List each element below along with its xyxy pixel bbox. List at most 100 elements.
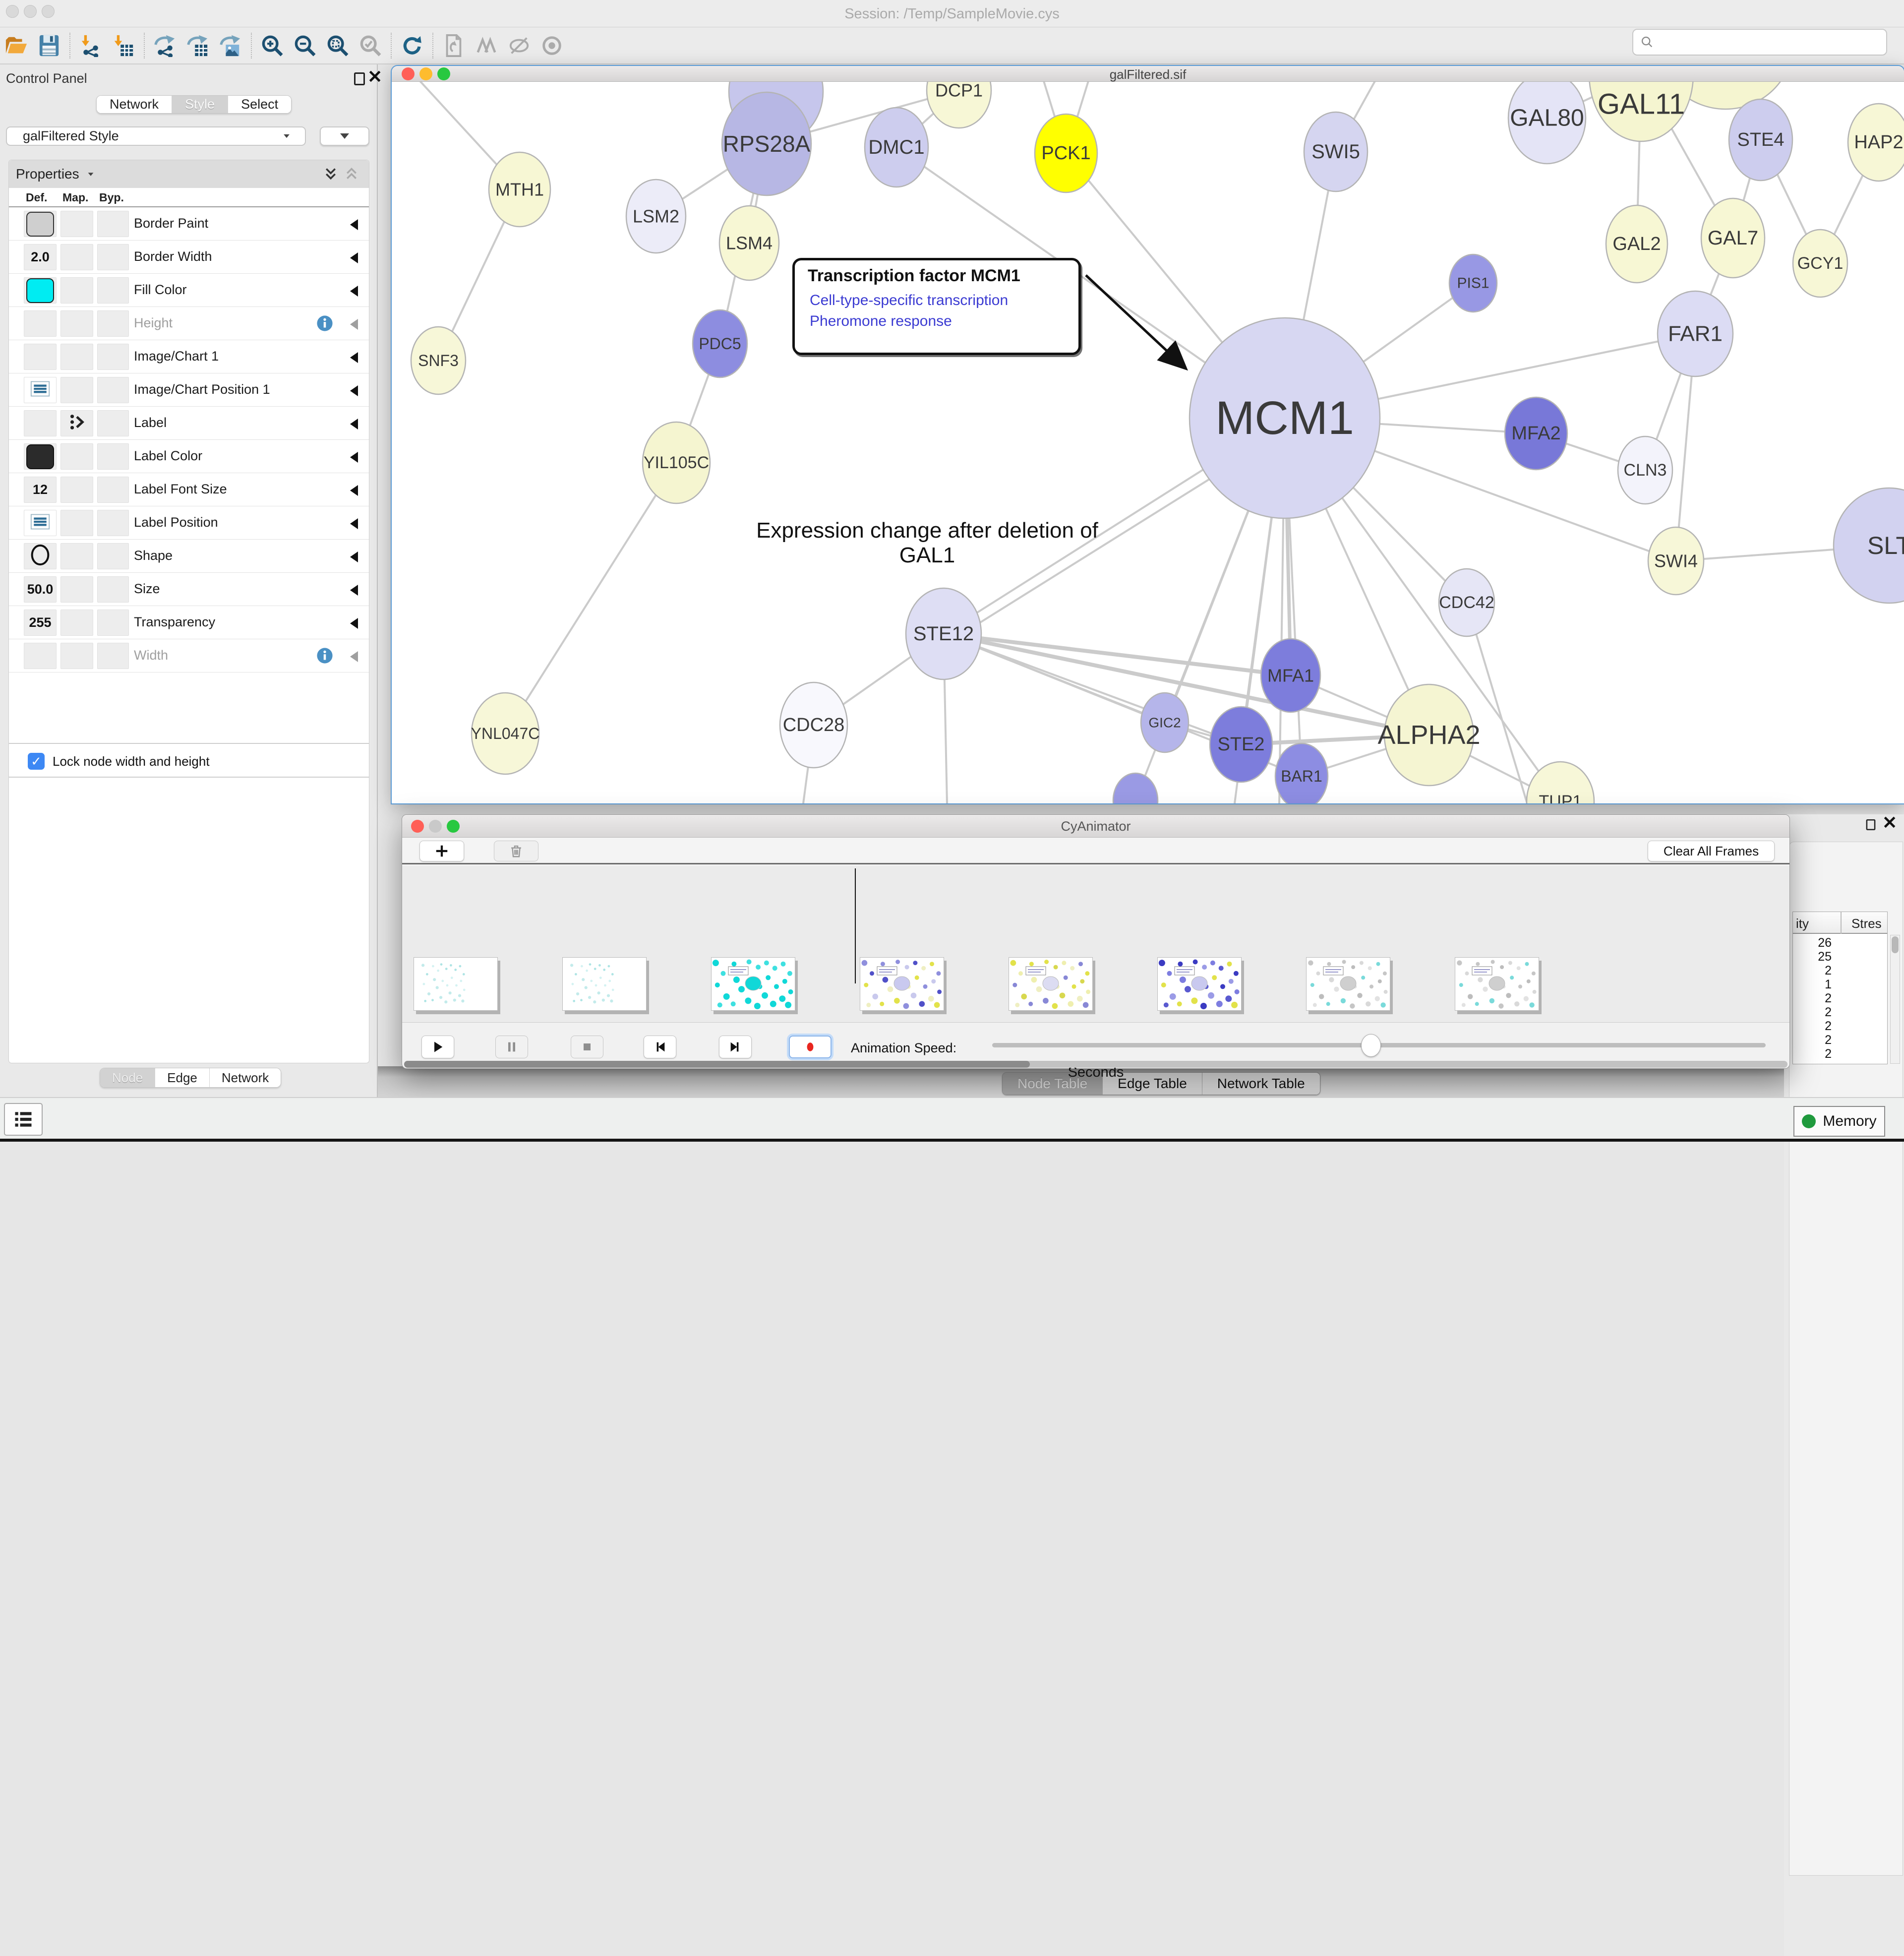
expand-all-icon[interactable] xyxy=(324,167,337,181)
skip-to-start-button[interactable] xyxy=(644,1036,676,1058)
stop-button[interactable] xyxy=(571,1036,603,1058)
network-node-cdc28[interactable]: CDC28 xyxy=(780,682,847,768)
byp-cell[interactable] xyxy=(97,244,129,270)
memory-button[interactable]: Memory xyxy=(1793,1106,1885,1137)
export-network-button[interactable] xyxy=(150,32,180,60)
network-node-gcy1[interactable]: GCY1 xyxy=(1793,230,1847,297)
network-node-mfa1[interactable]: MFA1 xyxy=(1261,639,1320,712)
map-cell[interactable] xyxy=(60,510,93,536)
def-cell[interactable] xyxy=(24,377,57,403)
expand-property-icon[interactable] xyxy=(350,385,358,396)
network-node-unlabeled-bottom[interactable] xyxy=(1113,773,1158,803)
byp-cell[interactable] xyxy=(97,576,129,603)
map-cell[interactable] xyxy=(60,244,93,270)
column-divider[interactable] xyxy=(1841,912,1842,934)
frame-thumbnail-5[interactable] xyxy=(1157,957,1242,1011)
network-node-gal7[interactable]: GAL7 xyxy=(1701,198,1765,278)
expand-property-icon[interactable] xyxy=(350,585,358,596)
network-node-cln3[interactable]: CLN3 xyxy=(1618,436,1672,504)
byp-cell[interactable] xyxy=(97,410,129,436)
annotation-link-2[interactable]: Pheromone response xyxy=(810,313,952,330)
info-icon[interactable] xyxy=(316,647,333,667)
frame-thumbnail-2[interactable] xyxy=(711,957,795,1011)
annotation-box[interactable]: Transcription factor MCM1 Cell-type-spec… xyxy=(792,258,1081,355)
expand-property-icon[interactable] xyxy=(350,419,358,429)
network-node-gal11[interactable]: GAL11 xyxy=(1589,82,1693,141)
byp-cell[interactable] xyxy=(97,610,129,636)
network-node-mfa2[interactable]: MFA2 xyxy=(1505,397,1567,470)
add-frame-button[interactable] xyxy=(419,841,464,861)
hide-selected-button[interactable] xyxy=(504,32,535,60)
network-node-pck1[interactable]: PCK1 xyxy=(1035,114,1097,192)
map-cell[interactable] xyxy=(60,344,93,370)
network-node-gal80[interactable]: GAL80 xyxy=(1508,82,1586,164)
def-cell[interactable] xyxy=(24,344,57,370)
map-cell[interactable] xyxy=(60,543,93,569)
annotation-link-1[interactable]: Cell-type-specific transcription xyxy=(810,292,1008,309)
style-property-row-label[interactable]: Label xyxy=(9,407,369,440)
frame-thumbnail-3[interactable] xyxy=(860,957,944,1011)
export-table-button[interactable] xyxy=(182,32,213,60)
byp-cell[interactable] xyxy=(97,277,129,304)
style-property-row-transparency[interactable]: 255Transparency xyxy=(9,606,369,639)
def-cell[interactable] xyxy=(24,277,57,304)
style-selector-dropdown[interactable]: galFiltered Style xyxy=(6,126,306,146)
expand-property-icon[interactable] xyxy=(350,319,358,330)
network-node-cdc42[interactable]: CDC42 xyxy=(1439,569,1494,636)
style-property-row-label-position[interactable]: Label Position xyxy=(9,506,369,540)
save-session-button[interactable] xyxy=(34,32,64,60)
float-panel-icon[interactable] xyxy=(354,72,365,85)
expand-property-icon[interactable] xyxy=(350,651,358,662)
search-network-button[interactable] xyxy=(471,32,502,60)
network-node-pis1[interactable]: PIS1 xyxy=(1449,254,1497,312)
network-node-yil105c[interactable]: YIL105C xyxy=(643,422,710,503)
network-node-swi5[interactable]: SWI5 xyxy=(1304,112,1368,191)
table-cell[interactable]: 26 xyxy=(1794,936,1832,950)
network-node-ste12[interactable]: STE12 xyxy=(906,588,981,679)
network-node-rps28a[interactable]: RPS28A xyxy=(722,92,811,195)
byp-cell[interactable] xyxy=(97,211,129,237)
map-cell[interactable] xyxy=(60,211,93,237)
network-node-ynl047c[interactable]: YNL047C xyxy=(471,693,540,774)
network-node-gic2[interactable]: GIC2 xyxy=(1141,693,1189,752)
byp-cell[interactable] xyxy=(97,344,129,370)
show-selected-button[interactable] xyxy=(536,32,567,60)
network-node-swi4[interactable]: SWI4 xyxy=(1648,527,1704,595)
network-node-pdc5[interactable]: PDC5 xyxy=(693,310,747,377)
style-options-button[interactable] xyxy=(320,126,369,146)
byp-cell[interactable] xyxy=(97,510,129,536)
def-cell[interactable]: 255 xyxy=(24,610,57,636)
style-property-row-label-color[interactable]: Label Color xyxy=(9,440,369,473)
frame-thumbnail-0[interactable] xyxy=(414,957,498,1011)
def-cell[interactable] xyxy=(24,211,57,237)
table-cell[interactable]: 2 xyxy=(1794,964,1832,978)
network-node-slt2[interactable]: SLT xyxy=(1834,488,1904,603)
zoom-fit-button[interactable] xyxy=(322,32,353,60)
style-property-row-width[interactable]: Width xyxy=(9,639,369,672)
refresh-button[interactable] xyxy=(397,32,427,60)
map-cell[interactable] xyxy=(60,277,93,304)
table-cell[interactable]: 2 xyxy=(1794,1019,1832,1034)
float-panel-icon[interactable] xyxy=(1866,819,1876,830)
expand-property-icon[interactable] xyxy=(350,618,358,629)
cyanimator-titlebar[interactable]: CyAnimator xyxy=(402,815,1789,838)
byp-cell[interactable] xyxy=(97,377,129,403)
network-window-titlebar[interactable]: galFiltered.sif xyxy=(392,66,1904,82)
def-cell[interactable]: 12 xyxy=(24,477,57,503)
expand-property-icon[interactable] xyxy=(350,518,358,529)
column-ity[interactable]: ity xyxy=(1796,916,1809,931)
skip-to-end-button[interactable] xyxy=(719,1036,752,1058)
byp-cell[interactable] xyxy=(97,310,129,337)
export-image-button[interactable] xyxy=(215,32,246,60)
style-property-row-label-font-size[interactable]: 12Label Font Size xyxy=(9,473,369,506)
lock-size-checkbox[interactable]: ✓ xyxy=(28,753,45,770)
search-input[interactable] xyxy=(1632,29,1887,56)
expand-property-icon[interactable] xyxy=(350,219,358,230)
session-file-button[interactable] xyxy=(438,32,469,60)
timeline-area[interactable]: 0123456789 Seconds xyxy=(402,866,1789,1022)
style-property-row-shape[interactable]: Shape xyxy=(9,540,369,573)
style-property-row-size[interactable]: 50.0Size xyxy=(9,573,369,606)
map-cell[interactable] xyxy=(60,410,93,436)
def-cell[interactable] xyxy=(24,443,57,470)
byp-cell[interactable] xyxy=(97,443,129,470)
